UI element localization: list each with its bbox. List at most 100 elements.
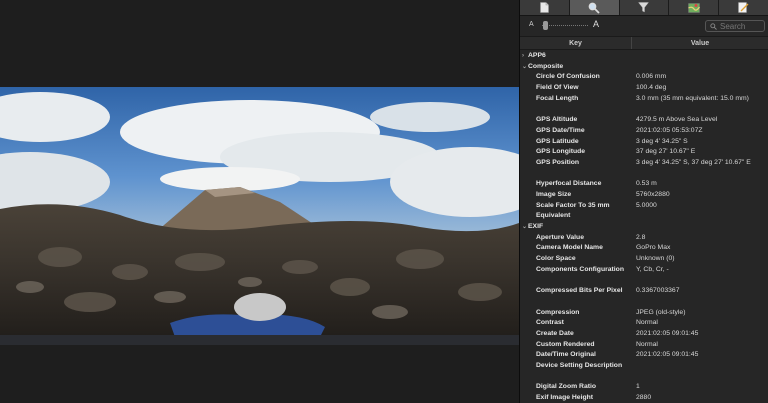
inspector-toolbar: A A bbox=[520, 17, 768, 35]
metadata-value: Normal bbox=[636, 340, 658, 348]
metadata-value: 4279.5 m Above Sea Level bbox=[636, 116, 718, 124]
column-header-key[interactable]: Key bbox=[520, 37, 632, 49]
metadata-row[interactable]: Create Date 2021:02:05 09:01:45 bbox=[520, 329, 768, 340]
metadata-row[interactable]: Compression JPEG (old-style) bbox=[520, 308, 768, 319]
metadata-key: GPS Date/Time bbox=[536, 126, 585, 134]
group-name: Composite bbox=[528, 62, 564, 70]
font-size-large-label: A bbox=[593, 19, 600, 29]
filter-icon bbox=[638, 2, 650, 13]
search-field[interactable] bbox=[705, 20, 765, 32]
metadata-key: Custom Rendered bbox=[536, 340, 595, 348]
metadata-value: 5760x2880 bbox=[636, 190, 670, 198]
metadata-key: Scale Factor To 35 mm Equivalent bbox=[536, 201, 610, 220]
metadata-key: Date/Time Original bbox=[536, 351, 596, 359]
map-icon bbox=[687, 3, 700, 13]
inspector-panel: A A Key Value ›APP6⌄CompositeCircle Of C… bbox=[520, 0, 768, 403]
metadata-key: GPS Latitude bbox=[536, 137, 579, 145]
search-icon bbox=[710, 23, 717, 30]
metadata-value: 3 deg 4' 34.25" S, 37 deg 27' 10.67" E bbox=[636, 158, 751, 166]
document-icon bbox=[540, 2, 549, 13]
spacer-row bbox=[520, 372, 768, 383]
inspector-tabs bbox=[520, 0, 768, 16]
metadata-value: JPEG (old-style) bbox=[636, 308, 686, 316]
metadata-value: 0.006 mm bbox=[636, 73, 667, 81]
spacer-row bbox=[520, 297, 768, 308]
group-name: EXIF bbox=[528, 223, 544, 231]
metadata-row[interactable]: GPS Latitude 3 deg 4' 34.25" S bbox=[520, 137, 768, 148]
tab-filter[interactable] bbox=[620, 0, 670, 15]
metadata-value: Unknown (0) bbox=[636, 255, 675, 263]
image-viewer bbox=[0, 0, 519, 403]
metadata-row[interactable]: Circle Of Confusion 0.006 mm bbox=[520, 72, 768, 83]
metadata-key: Hyperfocal Distance bbox=[536, 180, 602, 188]
disclosure-caret-icon[interactable]: ⌄ bbox=[522, 62, 527, 73]
tab-map[interactable] bbox=[669, 0, 720, 15]
metadata-value: 0.53 m bbox=[636, 180, 657, 188]
metadata-value: 0.3367003367 bbox=[636, 287, 680, 295]
spacer-row bbox=[520, 275, 768, 286]
metadata-key: Components Configuration bbox=[536, 265, 624, 273]
group-row[interactable]: ⌄ Composite bbox=[520, 62, 768, 73]
group-name: APP6 bbox=[528, 52, 546, 59]
metadata-row[interactable]: Date/Time Original 2021:02:05 09:01:45 bbox=[520, 350, 768, 361]
metadata-row[interactable]: Contrast Normal bbox=[520, 318, 768, 329]
metadata-row[interactable]: Hyperfocal Distance 0.53 m bbox=[520, 179, 768, 190]
metadata-value: Normal bbox=[636, 319, 658, 327]
metadata-value: 3 deg 4' 34.25" S bbox=[636, 137, 688, 145]
metadata-value: 2021:02:05 09:01:45 bbox=[636, 351, 699, 359]
column-header-value[interactable]: Value bbox=[632, 37, 768, 49]
metadata-key: Create Date bbox=[536, 329, 574, 337]
tab-inspector[interactable] bbox=[569, 0, 620, 15]
metadata-value: 2880 bbox=[636, 394, 652, 402]
tab-notes[interactable] bbox=[719, 0, 768, 15]
metadata-row[interactable]: GPS Altitude 4279.5 m Above Sea Level bbox=[520, 115, 768, 126]
metadata-key: Circle Of Confusion bbox=[536, 73, 600, 81]
metadata-row[interactable]: GPS Date/Time 2021:02:05 05:53:07Z bbox=[520, 126, 768, 137]
spacer-row bbox=[520, 104, 768, 115]
font-size-slider[interactable] bbox=[542, 25, 588, 27]
panorama-graphic bbox=[0, 87, 519, 345]
metadata-row[interactable]: Exif Image Height 2880 bbox=[520, 393, 768, 403]
metadata-table: › APP6 ⌄ Composite Circle Of Confusion 0.006 … bbox=[520, 51, 768, 403]
group-row[interactable]: ⌄ EXIF bbox=[520, 222, 768, 233]
metadata-row[interactable]: Camera Model Name GoPro Max bbox=[520, 243, 768, 254]
metadata-row[interactable]: Device Setting Description bbox=[520, 361, 768, 372]
metadata-row[interactable]: Digital Zoom Ratio 1 bbox=[520, 382, 768, 393]
metadata-row[interactable]: Aperture Value 2.8 bbox=[520, 233, 768, 244]
metadata-key: Device Setting Description bbox=[536, 361, 623, 369]
notes-icon bbox=[738, 2, 749, 13]
disclosure-caret-icon[interactable]: ⌄ bbox=[522, 222, 527, 233]
metadata-key: Compressed Bits Per Pixel bbox=[536, 287, 623, 295]
metadata-row[interactable]: Field Of View 100.4 deg bbox=[520, 83, 768, 94]
metadata-key: GPS Altitude bbox=[536, 116, 578, 124]
metadata-key: Image Size bbox=[536, 190, 572, 198]
metadata-row[interactable]: Focal Length 3.0 mm (35 mm equivalent: 15… bbox=[520, 94, 768, 105]
metadata-row[interactable]: GPS Position 3 deg 4' 34.25" S, 37 deg 27… bbox=[520, 158, 768, 169]
group-row[interactable]: › APP6 bbox=[520, 51, 768, 62]
tab-document[interactable] bbox=[520, 0, 570, 15]
metadata-row[interactable]: Scale Factor To 35 mm Equivalent 5.0000 bbox=[520, 201, 768, 222]
spacer-row bbox=[520, 169, 768, 180]
search-input[interactable] bbox=[720, 21, 764, 31]
panorama-image[interactable] bbox=[0, 87, 519, 345]
metadata-key: Digital Zoom Ratio bbox=[536, 383, 597, 391]
disclosure-caret-icon[interactable]: › bbox=[522, 51, 524, 62]
metadata-row[interactable]: Compressed Bits Per Pixel 0.3367003367 bbox=[520, 286, 768, 297]
font-size-slider-knob[interactable] bbox=[543, 21, 548, 30]
metadata-value: 100.4 deg bbox=[636, 84, 667, 92]
metadata-key: Camera Model Name bbox=[536, 244, 603, 252]
metadata-row[interactable]: Color Space Unknown (0) bbox=[520, 254, 768, 265]
metadata-value: Y, Cb, Cr, - bbox=[636, 265, 669, 273]
metadata-row[interactable]: Image Size 5760x2880 bbox=[520, 190, 768, 201]
metadata-row[interactable]: GPS Longitude 37 deg 27' 10.67" E bbox=[520, 147, 768, 158]
metadata-key: GPS Longitude bbox=[536, 148, 586, 156]
metadata-key: Focal Length bbox=[536, 94, 579, 102]
metadata-value: 37 deg 27' 10.67" E bbox=[636, 148, 696, 156]
metadata-value: 2021:02:05 09:01:45 bbox=[636, 329, 699, 337]
metadata-value: 2.8 bbox=[636, 233, 646, 241]
metadata-row[interactable]: Components Configuration Y, Cb, Cr, - bbox=[520, 265, 768, 276]
metadata-value: GoPro Max bbox=[636, 244, 671, 252]
metadata-row[interactable]: Custom Rendered Normal bbox=[520, 340, 768, 351]
font-size-small-label: A bbox=[529, 21, 534, 28]
metadata-key: Aperture Value bbox=[536, 233, 584, 241]
